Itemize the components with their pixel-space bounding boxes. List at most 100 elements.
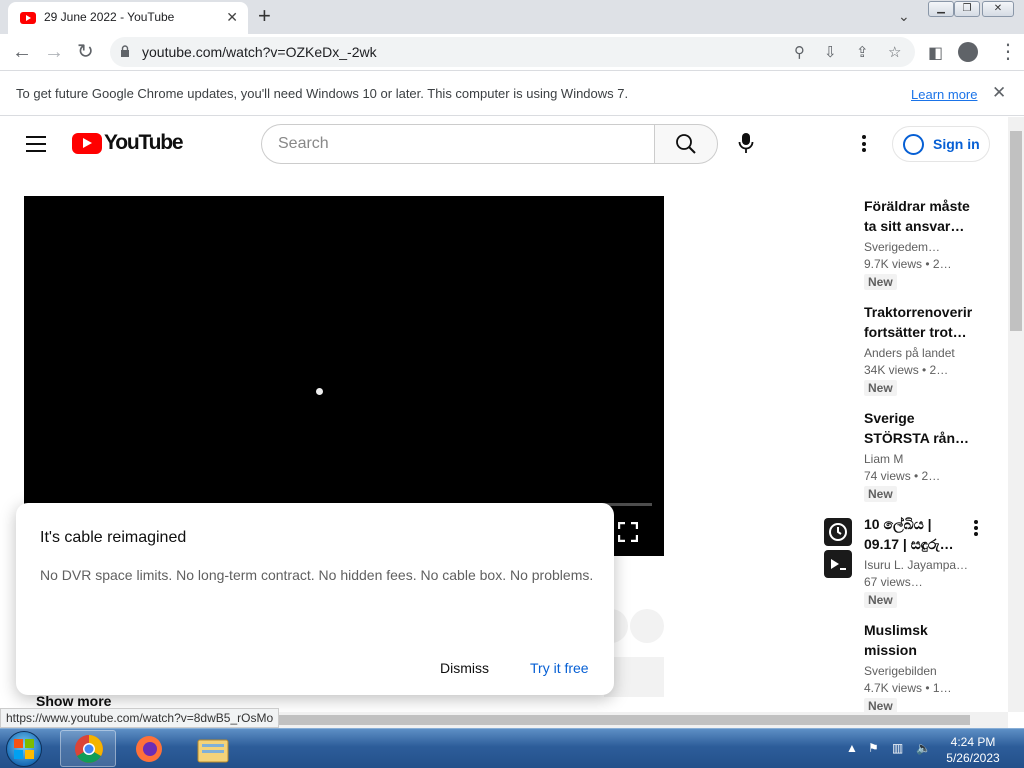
chevron-down-icon[interactable]: ⌄: [898, 8, 910, 25]
clock-icon: [829, 523, 847, 541]
rec-views: 74 views • 2…: [864, 469, 941, 483]
scroll-thumb[interactable]: [1010, 131, 1022, 331]
hamburger-menu-icon[interactable]: [26, 136, 46, 152]
rec-title: STÖRSTA rån…: [864, 430, 970, 446]
recommendation-item[interactable]: Föräldrar måste ta sitt ansvar… Sveriged…: [864, 196, 974, 291]
network-icon[interactable]: ▥: [892, 741, 903, 755]
add-to-queue-button[interactable]: [824, 550, 852, 578]
new-badge: New: [864, 486, 897, 502]
watch-later-button[interactable]: [824, 518, 852, 546]
rec-title: Traktorrenoverir: [864, 304, 973, 320]
rec-views: 34K views • 2…: [864, 363, 949, 377]
new-badge: New: [864, 592, 897, 608]
rec-title: ta sitt ansvar…: [864, 218, 965, 234]
rec-title: 10 ලේඛිය |: [864, 516, 932, 532]
clock-time: 4:24 PM: [950, 735, 996, 749]
account-icon: [903, 134, 924, 155]
youtube-logo-icon[interactable]: [72, 133, 102, 154]
rec-title: 09.17 | සඳුරු…: [864, 536, 954, 552]
dismiss-button[interactable]: Dismiss: [440, 660, 489, 676]
search-icon[interactable]: ⚲: [794, 43, 805, 61]
rec-title: mission: [864, 642, 917, 658]
rec-channel[interactable]: Sverigebilden: [864, 664, 974, 678]
restore-button[interactable]: ❐: [954, 1, 980, 17]
system-clock[interactable]: 4:24 PM 5/26/2023: [940, 734, 1006, 766]
recommendation-item[interactable]: Sverige STÖRSTA rån… Liam M 74 views • 2…: [864, 408, 974, 503]
sign-in-label: Sign in: [933, 136, 980, 152]
forward-button[interactable]: →: [44, 40, 64, 64]
rec-title: Sverige: [864, 410, 915, 426]
learn-more-link[interactable]: Learn more: [911, 87, 977, 102]
recommendation-menu-icon[interactable]: [974, 520, 978, 538]
youtube-wordmark[interactable]: YouTube: [104, 131, 184, 155]
rec-channel[interactable]: Liam M: [864, 452, 974, 466]
action-center-flag-icon[interactable]: ⚑: [868, 741, 879, 755]
rec-channel[interactable]: Isuru L. Jayampa…: [864, 558, 974, 572]
lock-icon: [121, 45, 129, 57]
new-badge: New: [864, 698, 897, 712]
fullscreen-icon[interactable]: [618, 522, 638, 542]
magnifier-icon: [676, 134, 696, 154]
reload-button[interactable]: ↻: [77, 40, 94, 64]
rec-views: 67 views…: [864, 575, 923, 589]
search-placeholder: Search: [278, 135, 329, 152]
taskbar-firefox[interactable]: [120, 730, 176, 767]
youtube-favicon-icon: [20, 12, 36, 24]
dialog-heading: It's cable reimagined: [40, 529, 187, 546]
settings-kebab-icon[interactable]: [862, 135, 866, 155]
start-button[interactable]: [6, 731, 42, 767]
close-window-button[interactable]: ✕: [982, 1, 1014, 17]
share-icon[interactable]: ⇪: [856, 43, 869, 61]
loading-spinner-icon: [316, 388, 323, 395]
firefox-icon: [136, 736, 162, 762]
youtube-page: YouTube Search Sign in Show more Föräldr…: [0, 117, 1008, 712]
infobar-close-icon[interactable]: ✕: [992, 83, 1006, 103]
chrome-menu-icon[interactable]: ⋮: [998, 40, 1018, 64]
install-icon[interactable]: ⇩: [824, 43, 837, 61]
side-panel-icon[interactable]: ◧: [928, 42, 943, 66]
chrome-icon: [75, 735, 103, 763]
clock-date: 5/26/2023: [946, 751, 1000, 765]
search-input[interactable]: Search: [261, 124, 655, 164]
video-player[interactable]: [24, 196, 664, 556]
try-it-free-button[interactable]: Try it free: [530, 660, 589, 676]
minimize-button[interactable]: ▁: [928, 1, 954, 17]
dialog-body: No DVR space limits. No long-term contra…: [40, 567, 594, 583]
new-badge: New: [864, 274, 897, 290]
show-more-button[interactable]: Show more: [36, 693, 111, 709]
tab-close-icon[interactable]: ✕: [226, 9, 238, 26]
vertical-scrollbar[interactable]: [1008, 117, 1024, 712]
profile-avatar-icon[interactable]: [958, 42, 978, 62]
windows-logo-icon: [14, 739, 34, 759]
search-button[interactable]: [654, 124, 718, 164]
sign-in-button[interactable]: Sign in: [892, 126, 990, 162]
back-button[interactable]: ←: [12, 40, 32, 64]
update-infobar: To get future Google Chrome updates, you…: [0, 70, 1024, 116]
windows-taskbar: ▲ ⚑ ▥ 🔈 4:24 PM 5/26/2023: [0, 728, 1024, 768]
microphone-icon[interactable]: [738, 132, 754, 154]
tab-strip: 29 June 2022 - YouTube ✕ + ⌄ ▁ ❐ ✕: [0, 0, 1024, 34]
promo-dialog: It's cable reimagined No DVR space limit…: [16, 503, 614, 695]
bookmark-star-icon[interactable]: ☆: [888, 43, 901, 61]
new-tab-button[interactable]: +: [258, 4, 271, 28]
rec-channel[interactable]: Anders på landet: [864, 346, 974, 360]
show-hidden-icons-icon[interactable]: ▲: [846, 741, 858, 755]
address-bar[interactable]: youtube.com/watch?v=OZKeDx_-2wk ⚲ ⇩ ⇪ ☆: [110, 37, 915, 67]
recommendation-item[interactable]: 10 ලේඛිය | 09.17 | සඳුරු… Isuru L. Jayam…: [864, 514, 974, 609]
new-badge: New: [864, 380, 897, 396]
infobar-message: To get future Google Chrome updates, you…: [16, 86, 629, 101]
placeholder-bubble: [630, 609, 664, 643]
browser-tab[interactable]: 29 June 2022 - YouTube ✕: [8, 2, 248, 34]
queue-icon: [831, 559, 846, 570]
url-text: youtube.com/watch?v=OZKeDx_-2wk: [142, 44, 377, 60]
rec-channel[interactable]: Sverigedem…: [864, 240, 974, 254]
taskbar-explorer[interactable]: [184, 730, 240, 767]
volume-muted-icon[interactable]: 🔈: [916, 741, 931, 755]
recommendation-item[interactable]: Traktorrenoverir fortsätter trot… Anders…: [864, 302, 974, 397]
recommendation-item[interactable]: Muslimsk mission Sverigebilden 4.7K view…: [864, 620, 974, 712]
status-bar-url: https://www.youtube.com/watch?v=8dwB5_rO…: [0, 708, 280, 728]
taskbar-chrome[interactable]: [60, 730, 116, 767]
rec-title: Föräldrar måste: [864, 198, 970, 214]
browser-toolbar: ← → ↻ youtube.com/watch?v=OZKeDx_-2wk ⚲ …: [0, 34, 1024, 70]
rec-views: 4.7K views • 1…: [864, 681, 952, 695]
